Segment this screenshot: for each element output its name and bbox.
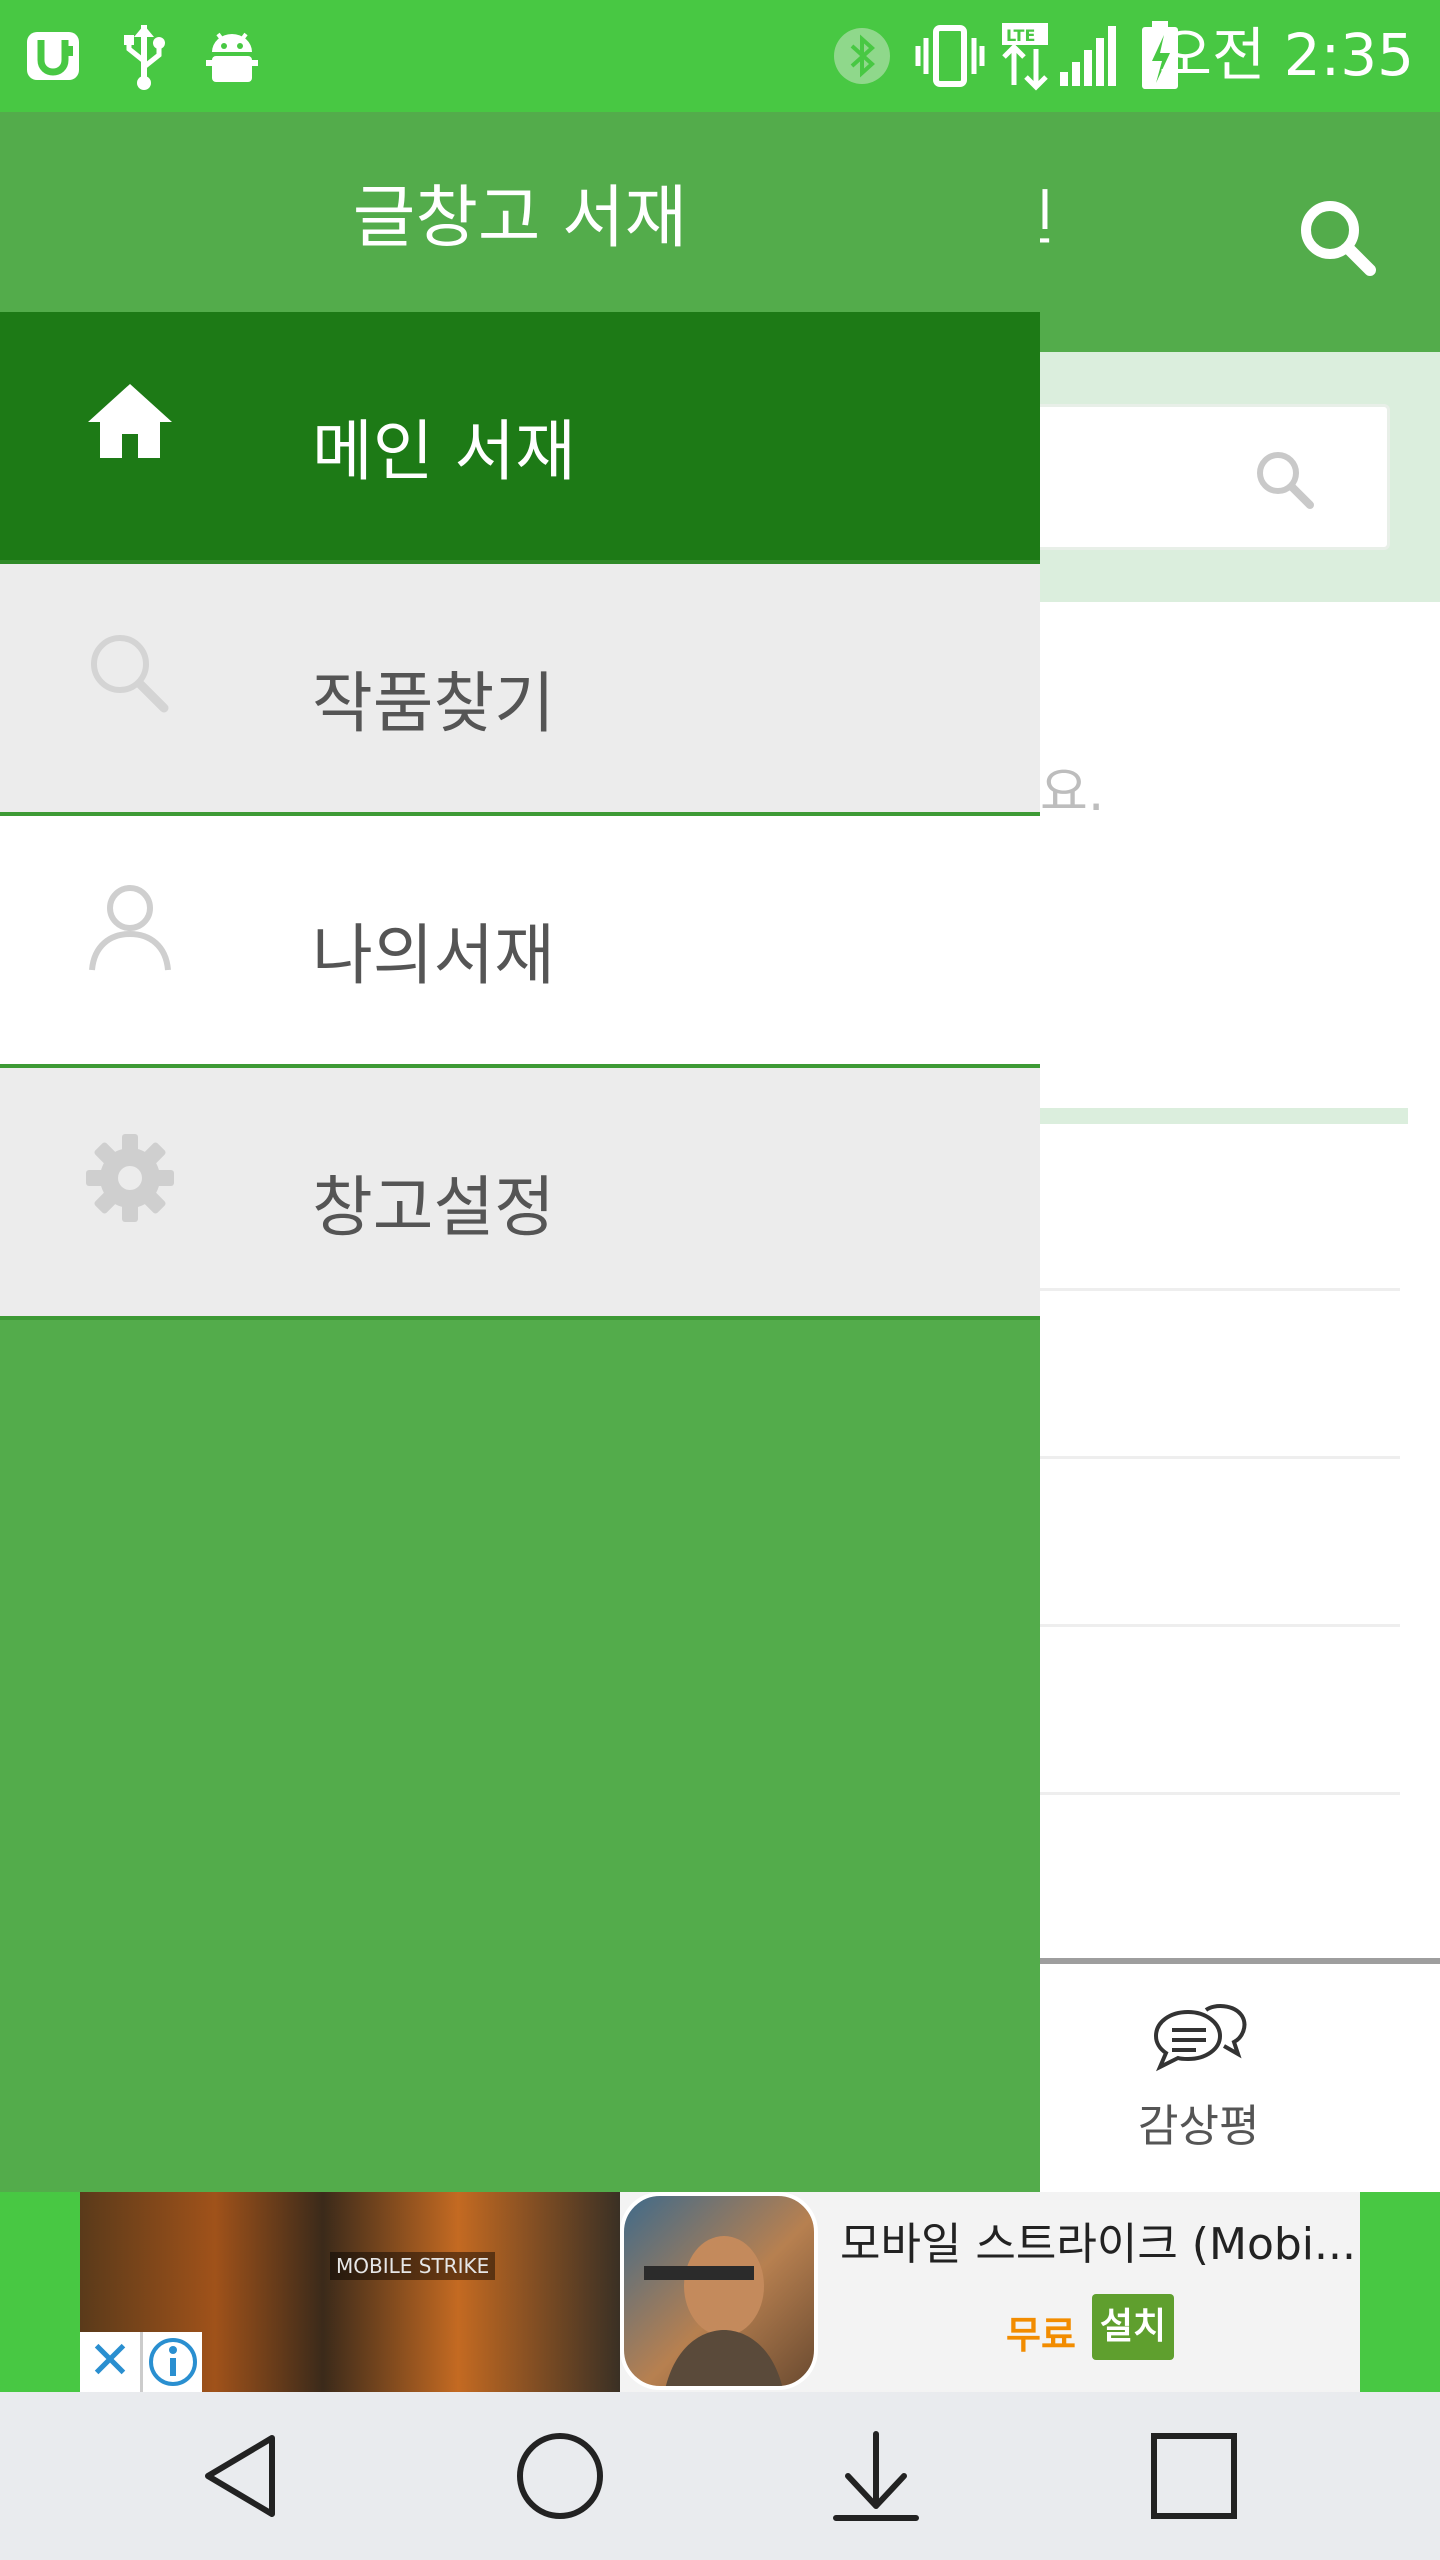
recents-icon[interactable] bbox=[1144, 2426, 1244, 2526]
download-icon[interactable] bbox=[826, 2426, 926, 2526]
menu-item-find-works[interactable]: 작품찾기 bbox=[0, 564, 1040, 816]
close-icon[interactable]: ✕ bbox=[80, 2332, 140, 2392]
search-input[interactable] bbox=[1000, 404, 1390, 550]
list-divider bbox=[1040, 1624, 1400, 1627]
ad-price: 무료 bbox=[1006, 2313, 1076, 2357]
signal-icon bbox=[1058, 18, 1120, 94]
status-time: 오전 2:35 bbox=[1158, 21, 1414, 89]
content-message: 요. bbox=[1040, 763, 1105, 823]
section-divider bbox=[1040, 1108, 1408, 1124]
navigation-drawer: 글창고 서재 메인 서재 작품찾기 나의서재 창고설정 bbox=[0, 112, 1040, 2192]
ad-title[interactable]: 모바일 스트라이크 (Mobi... bbox=[840, 2208, 1356, 2272]
gear-icon bbox=[80, 1128, 180, 1228]
menu-item-label: 창고설정 bbox=[312, 1169, 555, 1246]
search-icon bbox=[80, 624, 180, 724]
home-circle-icon[interactable] bbox=[510, 2426, 610, 2526]
search-icon[interactable] bbox=[1250, 445, 1320, 515]
list-divider bbox=[1040, 1456, 1400, 1459]
menu-item-my-library[interactable]: 나의서재 bbox=[0, 816, 1040, 1068]
chat-bubbles-icon[interactable] bbox=[1150, 2000, 1250, 2080]
ad-image-caption: MOBILE STRIKE bbox=[330, 2252, 496, 2280]
list-divider bbox=[1040, 1288, 1400, 1291]
person-icon bbox=[80, 876, 180, 976]
menu-item-label: 나의서재 bbox=[312, 917, 555, 994]
menu-item-label: 메인 서재 bbox=[312, 413, 576, 490]
home-icon bbox=[80, 372, 180, 472]
tab-review[interactable]: 감상평 bbox=[1138, 2090, 1259, 2154]
android-debug-icon bbox=[204, 18, 260, 94]
svg-text:LTE: LTE bbox=[1006, 26, 1035, 45]
back-icon[interactable] bbox=[196, 2426, 296, 2526]
bluetooth-icon bbox=[832, 18, 892, 94]
list-divider bbox=[1040, 1792, 1400, 1795]
drawer-title: 글창고 서재 bbox=[352, 179, 688, 258]
menu-item-label: 작품찾기 bbox=[312, 665, 555, 742]
status-bar: LTE 오전 2:35 bbox=[0, 0, 1440, 112]
uplus-icon bbox=[22, 18, 88, 94]
ad-app-icon[interactable] bbox=[620, 2192, 818, 2390]
search-icon[interactable] bbox=[1290, 190, 1390, 290]
menu-item-main-library[interactable]: 메인 서재 bbox=[0, 312, 1040, 564]
vibrate-icon bbox=[912, 18, 988, 94]
lte-icon: LTE bbox=[1000, 18, 1050, 94]
info-icon[interactable] bbox=[140, 2332, 202, 2392]
ad-install-button[interactable]: 설치 bbox=[1092, 2294, 1174, 2360]
usb-icon bbox=[118, 18, 170, 94]
menu-item-settings[interactable]: 창고설정 bbox=[0, 1068, 1040, 1320]
